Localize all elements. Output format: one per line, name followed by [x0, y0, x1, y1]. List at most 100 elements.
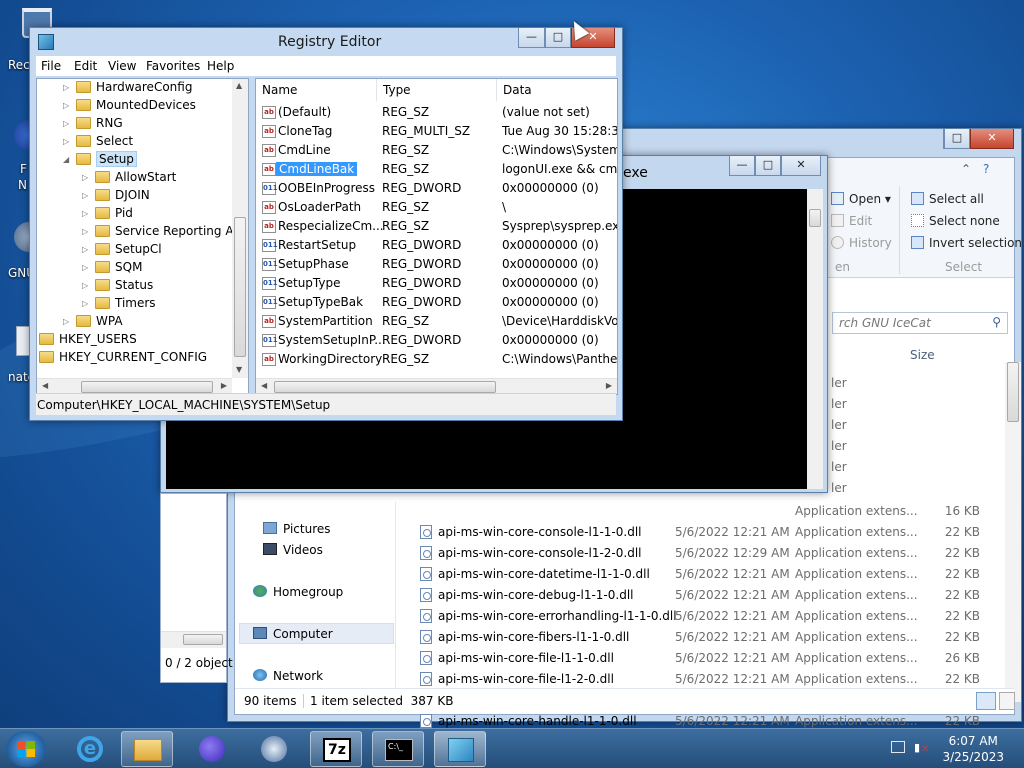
file-row[interactable]: api-ms-win-core-errorhandling-l1-1-0.dll… [418, 606, 980, 627]
column-name-header[interactable]: Name [256, 79, 377, 101]
tree-item[interactable]: ▷ Status [82, 278, 153, 292]
registry-value-row[interactable]: 011 SetupTypeBak REG_DWORD 0x00000000 (0) [256, 293, 617, 312]
nav-homegroup[interactable]: Homegroup [253, 585, 343, 599]
tree-item[interactable]: ▷ SetupCl [82, 242, 162, 256]
close-button[interactable]: ✕ [970, 129, 1014, 149]
expand-icon[interactable]: ▷ [63, 101, 69, 110]
tree-item-selected[interactable]: ◢ Setup [63, 151, 137, 167]
cmd-close-button[interactable]: ✕ [781, 156, 821, 176]
tree-item[interactable]: ▷ DJOIN [82, 188, 150, 202]
registry-value-row[interactable]: abCloneTag REG_MULTI_SZ Tue Aug 30 15:28:3… [256, 122, 617, 141]
taskbar-command-prompt[interactable]: C:\_ [372, 731, 424, 767]
scroll-right-icon[interactable]: ▶ [221, 381, 227, 390]
explorer-vscrollbar[interactable] [1005, 362, 1021, 702]
registry-value-row[interactable]: ab (Default) REG_SZ (value not set) [256, 103, 617, 122]
tree-item[interactable]: ▷ WPA [63, 314, 123, 328]
tree-item[interactable]: ▷ Timers [82, 296, 156, 310]
registry-value-row[interactable]: ab OsLoaderPath REG_SZ \ [256, 198, 617, 217]
large-icons-view-icon[interactable] [999, 692, 1015, 710]
tree-item[interactable]: HKEY_USERS [39, 332, 137, 346]
cmd-maximize-button[interactable]: □ [755, 156, 781, 176]
tree-vscroll-thumb[interactable] [234, 217, 246, 357]
scroll-down-icon[interactable]: ▼ [236, 365, 242, 374]
regedit-titlebar[interactable]: Registry Editor — □ ✕ [30, 28, 622, 56]
file-row[interactable]: api-ms-win-core-file-l1-2-0.dll 5/6/2022 … [418, 669, 980, 690]
desktop-label-f[interactable]: F [20, 162, 27, 176]
select-all-button[interactable]: Select all [911, 192, 984, 206]
registry-values[interactable]: Name Type Data ab (Default) REG_SZ (value n… [255, 78, 618, 395]
taskbar-firefox[interactable] [186, 731, 238, 767]
tree-item[interactable]: ▷ MountedDevices [63, 98, 196, 112]
file-row[interactable]: Application extens... 16 KB [418, 501, 980, 522]
taskbar-icecat[interactable] [248, 731, 300, 767]
tree-item[interactable]: ▷ RNG [63, 116, 123, 130]
values-hscroll-thumb[interactable] [274, 381, 496, 393]
regedit-minimize-button[interactable]: — [518, 28, 545, 48]
tree-item[interactable]: ▷ Service Reporting API [82, 224, 244, 238]
menu-favorites[interactable]: Favorites [146, 59, 200, 73]
expand-icon[interactable]: ▷ [63, 317, 69, 326]
expand-icon[interactable]: ▷ [82, 263, 88, 272]
help-icon[interactable]: ? [983, 162, 989, 176]
invert-selection-button[interactable]: Invert selection [911, 236, 1022, 250]
tree-item[interactable]: ▷ Select [63, 134, 133, 148]
expand-icon[interactable]: ▷ [63, 119, 69, 128]
expand-icon[interactable]: ▷ [82, 281, 88, 290]
file-row[interactable]: api-ms-win-core-debug-l1-1-0.dll 5/6/2022… [418, 585, 980, 606]
select-none-button[interactable]: Select none [911, 214, 1000, 228]
tree-item[interactable]: ▷ Pid [82, 206, 133, 220]
expand-icon[interactable]: ▷ [63, 137, 69, 146]
taskbar-7zip[interactable]: 7z [310, 731, 362, 767]
tree-item[interactable]: ▷ AllowStart [82, 170, 176, 184]
taskbar-registry-editor[interactable] [434, 731, 486, 767]
details-view-icon[interactable] [976, 692, 996, 710]
search-input[interactable]: rch GNU IceCat ⚲ [832, 312, 1008, 334]
regedit-app-icon[interactable] [38, 34, 54, 50]
taskbar-file-explorer[interactable] [121, 731, 173, 767]
nav-network[interactable]: Network [253, 669, 323, 683]
desktop-label-n[interactable]: N [18, 178, 27, 192]
registry-value-row[interactable]: ab CmdLine REG_SZ C:\Windows\System3 [256, 141, 617, 160]
expand-icon[interactable]: ▷ [82, 245, 88, 254]
cmd-scroll-thumb[interactable] [809, 209, 821, 227]
search-icon[interactable]: ⚲ [992, 315, 1001, 329]
nav-pictures[interactable]: Pictures [263, 522, 331, 536]
tree-item[interactable]: ▷ SQM [82, 260, 142, 274]
registry-value-row[interactable]: ab RespecializeCm... REG_SZ Sysprep\sysprep… [256, 217, 617, 236]
nav-computer[interactable]: Computer [253, 627, 333, 641]
file-row[interactable]: api-ms-win-core-console-l1-1-0.dll 5/6/20… [418, 522, 980, 543]
registry-value-row[interactable]: 011 RestartSetup REG_DWORD 0x00000000 (0) [256, 236, 617, 255]
expand-icon[interactable]: ▷ [82, 227, 88, 236]
ribbon-collapse-icon[interactable]: ⌃ [961, 162, 971, 176]
column-type-header[interactable]: Type [377, 79, 497, 101]
file-row[interactable]: api-ms-win-core-file-l1-1-0.dll 5/6/2022 … [418, 648, 980, 669]
tree-item[interactable]: ▷ HardwareConfig [63, 80, 192, 94]
registry-value-row[interactable]: 011 SetupPhase REG_DWORD 0x00000000 (0) [256, 255, 617, 274]
tree-item[interactable]: HKEY_CURRENT_CONFIG [39, 350, 207, 364]
file-row[interactable]: api-ms-win-core-console-l1-2-0.dll 5/6/20… [418, 543, 980, 564]
fragment-hscrollbar[interactable] [161, 631, 226, 648]
values-scroll-left-icon[interactable]: ◀ [261, 381, 267, 390]
edit-button[interactable]: Edit [831, 214, 872, 228]
registry-value-row[interactable]: ab CmdLineBak REG_SZ logonUI.exe && cmd. [256, 160, 617, 179]
cmd-minimize-button[interactable]: — [729, 156, 755, 176]
nav-videos[interactable]: Videos [263, 543, 323, 557]
registry-value-row[interactable]: 011 OOBEInProgress REG_DWORD 0x00000000 (0) [256, 179, 617, 198]
menu-file[interactable]: File [41, 59, 61, 73]
expand-icon[interactable]: ▷ [82, 173, 88, 182]
action-center-icon[interactable] [891, 741, 905, 753]
clock[interactable]: 6:07 AM 3/25/2023 [942, 733, 1004, 765]
registry-value-row[interactable]: ab SystemPartition REG_SZ \Device\HarddiskV… [256, 312, 617, 331]
expand-icon[interactable]: ▷ [82, 191, 88, 200]
cmd-vscrollbar[interactable] [807, 189, 823, 489]
column-data-header[interactable]: Data [497, 79, 617, 101]
registry-value-row[interactable]: ab WorkingDirectory REG_SZ C:\Windows\Panth… [256, 350, 617, 369]
volume-muted-icon[interactable]: ✕ ▮ [914, 741, 929, 755]
menu-view[interactable]: View [108, 59, 136, 73]
tree-hscroll-thumb[interactable] [81, 381, 213, 393]
collapse-icon[interactable]: ◢ [63, 155, 69, 164]
registry-value-row[interactable]: 011 SystemSetupInP... REG_DWORD 0x00000000 … [256, 331, 617, 350]
desktop-label-recycle[interactable]: Rec [8, 58, 30, 72]
file-row[interactable]: api-ms-win-core-datetime-l1-1-0.dll 5/6/2… [418, 564, 980, 585]
menu-edit[interactable]: Edit [74, 59, 97, 73]
